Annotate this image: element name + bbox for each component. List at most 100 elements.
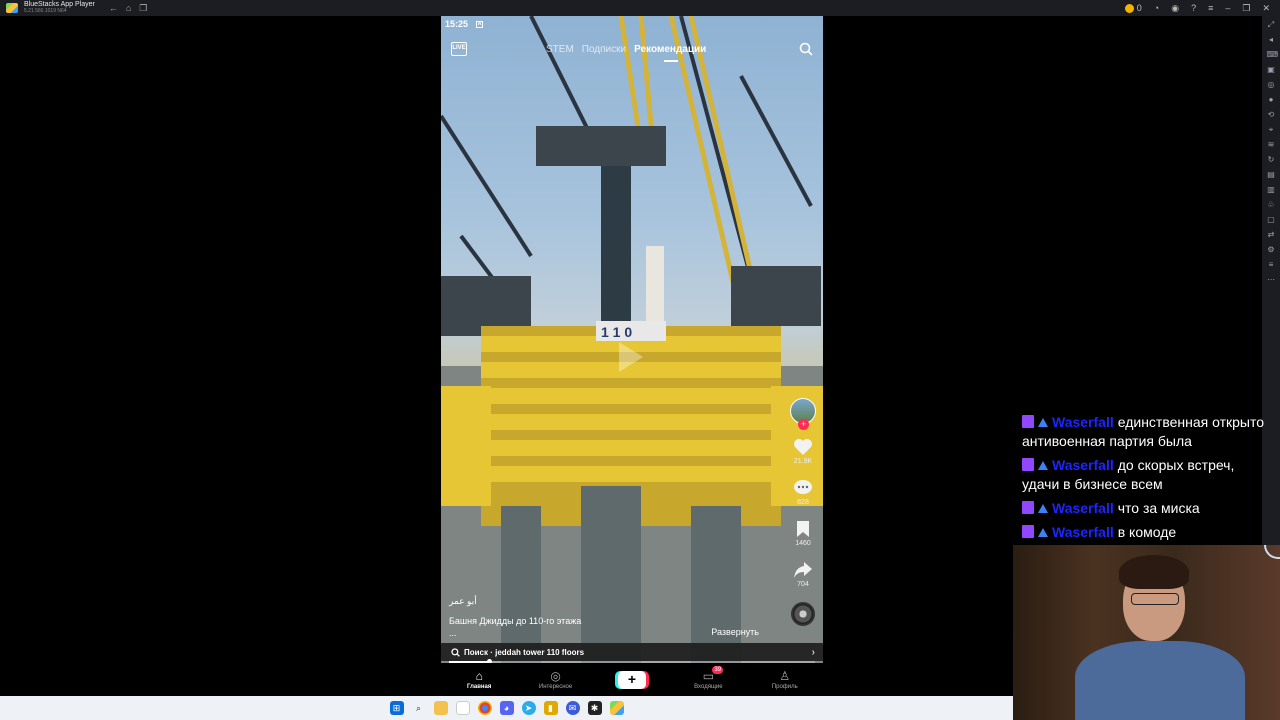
feed-top-nav: LIVE STEM Подписки Рекомендации	[441, 42, 823, 62]
comment-button[interactable]: 828	[793, 479, 813, 506]
chat-username: Waserfall	[1052, 457, 1114, 473]
expand-button[interactable]: Развернуть	[711, 627, 759, 637]
volume-icon[interactable]: ◂	[1267, 35, 1276, 45]
twitch-icon	[1022, 525, 1034, 538]
nav-home-label: Главная	[466, 683, 492, 690]
more-icon[interactable]: ⋯	[1267, 275, 1276, 285]
comment-count: 828	[797, 499, 809, 506]
streamer-shirt	[1075, 641, 1245, 720]
music-disc-icon[interactable]	[791, 602, 815, 626]
video-description: Башня Джидды до 110-го этажа	[449, 616, 582, 626]
save-button[interactable]: 1460	[795, 520, 811, 547]
notification-status-icon: A	[476, 20, 484, 28]
tab-for-you[interactable]: Рекомендации	[634, 44, 706, 62]
file-explorer-icon[interactable]	[433, 701, 448, 715]
related-search-bar[interactable]: Поиск · jeddah tower 110 floors ›	[441, 643, 823, 661]
eco-mode-icon[interactable]: ♧	[1267, 200, 1276, 210]
folder-icon[interactable]: ▢	[1267, 215, 1276, 225]
nav-inbox-label: Входящие	[694, 683, 723, 690]
nav-create[interactable]: +	[602, 670, 662, 689]
rank-triangle-icon	[1038, 418, 1048, 427]
webcam-feed	[1013, 545, 1280, 720]
back-icon[interactable]: ←	[109, 3, 118, 14]
stream-chat: Waserfall единственная открыто антивоенна…	[1022, 413, 1272, 547]
nav-profile[interactable]: ♙ Профиль	[755, 669, 815, 690]
nav-discover[interactable]: ◎ Интересное	[526, 669, 586, 690]
tiktok-screen: 1 1 0 15:25 A LIVE STEM Подписки Рекомен…	[441, 16, 823, 696]
menu-icon[interactable]: ≡	[1208, 3, 1213, 13]
windows-taskbar: ⊞ ⌕ ◕ ➤ ▮ ✉ ✱	[0, 696, 1013, 720]
location-icon[interactable]: ⌖	[1267, 125, 1276, 135]
paused-play-icon[interactable]	[619, 342, 643, 372]
chat-text: что за миска	[1117, 500, 1200, 516]
description-ellipsis: ...	[449, 628, 457, 638]
app-version: 5.21.560.1019 N64	[24, 8, 67, 14]
create-plus-icon[interactable]: +	[617, 670, 646, 689]
bottom-nav: ⌂ Главная ◎ Интересное + ▭ 39 Входящие ♙…	[441, 663, 823, 696]
related-search-text: Поиск · jeddah tower 110 floors	[464, 647, 585, 657]
tab-stem[interactable]: STEM	[546, 44, 574, 55]
nav-home[interactable]: ⌂ Главная	[449, 669, 509, 690]
settings-icon[interactable]: ⚙	[1267, 245, 1276, 255]
search-taskbar-icon[interactable]: ⌕	[412, 701, 426, 715]
windows-start-icon[interactable]: ⊞	[389, 701, 404, 715]
fullscreen-icon[interactable]: ⤢	[1267, 20, 1276, 30]
restore-icon[interactable]: ❐	[1242, 3, 1250, 14]
macro-icon[interactable]: ⟲	[1267, 110, 1276, 120]
like-count: 21.9K	[793, 458, 813, 465]
coins[interactable]: 0	[1124, 3, 1142, 14]
bluestacks-logo-icon	[6, 3, 18, 13]
telegram-icon[interactable]: ➤	[521, 701, 536, 715]
shake-icon[interactable]: ≋	[1267, 140, 1276, 150]
notepad-icon[interactable]	[455, 701, 470, 715]
clock: 15:25	[445, 19, 469, 29]
home-icon[interactable]: ⌂	[126, 3, 131, 14]
chevron-right-icon: ›	[811, 646, 815, 658]
chat-username: Waserfall	[1052, 414, 1114, 430]
apk-icon[interactable]: ▣	[1267, 65, 1276, 75]
chat-message: Waserfall что за миска	[1022, 499, 1272, 518]
account-icon[interactable]: ◉	[1171, 3, 1179, 14]
nav-profile-label: Профиль	[771, 683, 798, 690]
keyboard-icon[interactable]: ⌨	[1267, 50, 1279, 60]
twitch-icon	[1022, 415, 1034, 428]
record-icon[interactable]: ●	[1267, 95, 1276, 105]
close-icon[interactable]: ✕	[1262, 3, 1270, 14]
search-icon[interactable]	[799, 42, 813, 56]
rank-triangle-icon	[1038, 528, 1048, 537]
notification-icon[interactable]: ◔	[1154, 3, 1159, 13]
rank-triangle-icon	[1038, 461, 1048, 470]
messenger-icon[interactable]: ✉	[565, 701, 580, 715]
like-button[interactable]: 21.9K	[793, 438, 813, 465]
nav-inbox[interactable]: ▭ 39 Входящие	[678, 665, 738, 690]
rotate-icon[interactable]: ↻	[1267, 155, 1276, 165]
author-name[interactable]: أبو عمر	[449, 596, 581, 607]
lock-app-icon[interactable]: ▮	[543, 701, 558, 715]
bluestacks-taskbar-icon[interactable]	[609, 701, 624, 715]
tab-following[interactable]: Подписки	[582, 44, 626, 55]
chat-message: Waserfall в комоде	[1022, 523, 1272, 542]
screenshot-icon[interactable]: ◎	[1267, 80, 1276, 90]
creator-avatar[interactable]: +	[790, 398, 816, 430]
share-button[interactable]: 704	[793, 561, 813, 588]
multi-instance-icon[interactable]: ❐	[139, 3, 147, 14]
follow-plus-icon[interactable]: +	[798, 419, 809, 430]
share-icon	[794, 562, 812, 578]
camera-icon[interactable]: ▤	[1267, 170, 1276, 180]
titlebar-controls: 0 ◔ ◉ ? ≡ – ❐ ✕	[1124, 0, 1270, 16]
heart-icon	[794, 439, 812, 455]
media-icon[interactable]: ▥	[1267, 185, 1276, 195]
layers-icon[interactable]: ≡	[1267, 260, 1276, 270]
chrome-icon[interactable]	[477, 701, 492, 715]
android-statusbar: 15:25 A	[441, 16, 823, 32]
live-icon[interactable]: LIVE	[451, 42, 467, 56]
help-icon[interactable]: ?	[1191, 3, 1196, 13]
streamer-hair	[1119, 555, 1189, 589]
game-app-icon[interactable]: ✱	[587, 701, 602, 715]
chat-text: в комоде	[1117, 524, 1177, 540]
discord-icon[interactable]: ◕	[499, 701, 514, 715]
chat-message: Waserfall до скорых встреч, удачи в бизне…	[1022, 456, 1272, 494]
rank-triangle-icon	[1038, 504, 1048, 513]
sync-icon[interactable]: ⇄	[1267, 230, 1276, 240]
minimize-icon[interactable]: –	[1225, 3, 1230, 13]
